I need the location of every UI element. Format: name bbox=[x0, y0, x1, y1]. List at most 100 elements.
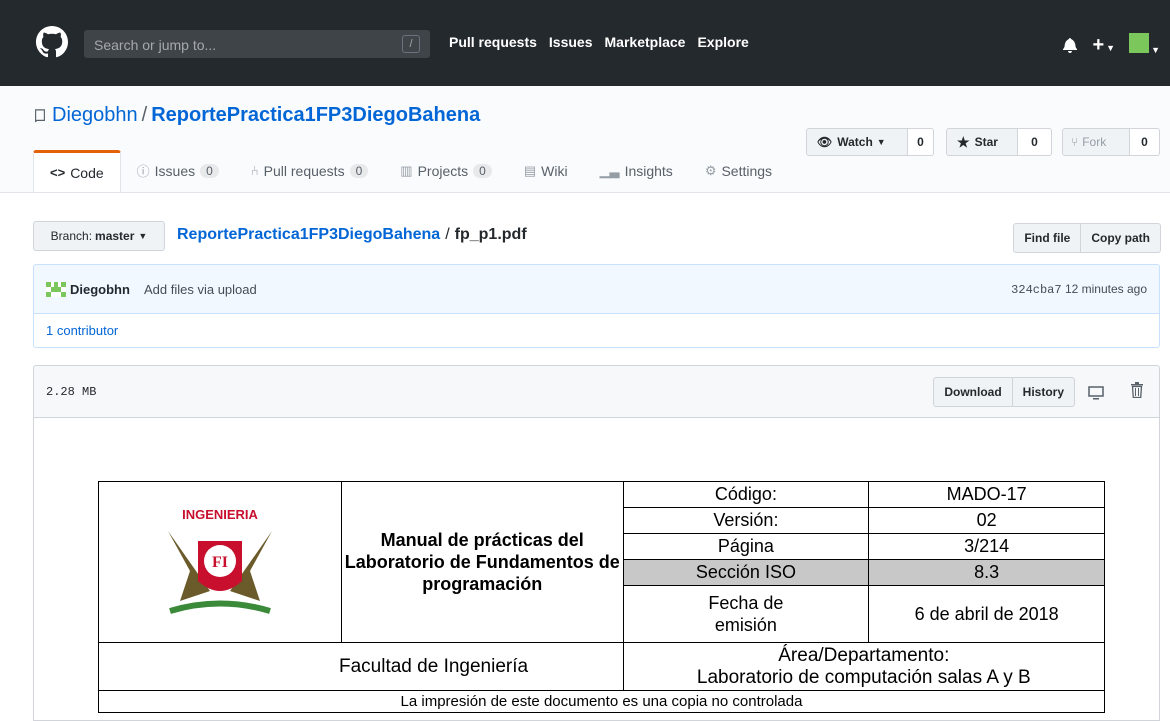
title-line-3: programación bbox=[422, 574, 543, 594]
user-menu-button[interactable]: ▼ bbox=[1129, 33, 1160, 56]
facultad-cell: Facultad de Ingeniería bbox=[98, 642, 624, 691]
fork-icon: ⑂ bbox=[1071, 135, 1079, 149]
breadcrumb-repo-link[interactable]: ReportePractica1FP3DiegoBahena bbox=[177, 226, 440, 243]
title-line-1: Manual de prácticas del bbox=[380, 530, 584, 550]
nav-explore[interactable]: Explore bbox=[697, 34, 748, 50]
repo-title-separator: / bbox=[141, 104, 148, 126]
codigo-label: Código: bbox=[622, 480, 870, 509]
seccion-value: 8.3 bbox=[868, 559, 1105, 587]
repo-title: Diegobhn / ReportePractica1FP3DiegoBahena bbox=[52, 104, 480, 127]
nav-pull-requests[interactable]: Pull requests bbox=[449, 34, 537, 50]
tab-counter: 0 bbox=[349, 163, 369, 178]
breadcrumb: ReportePractica1FP3DiegoBahena / fp_p1.pdf bbox=[177, 226, 527, 244]
tab-projects[interactable]: ▥ Projects 0 bbox=[384, 150, 508, 191]
repo-name-link[interactable]: ReportePractica1FP3DiegoBahena bbox=[151, 104, 480, 126]
file-nav-buttons: Find file Copy path bbox=[1013, 223, 1161, 253]
branch-name: master bbox=[95, 229, 135, 243]
commit-tease: Diegobhn Add files via upload 324cba7 12… bbox=[33, 264, 1160, 314]
history-button[interactable]: History bbox=[1012, 377, 1075, 407]
commit-meta: 324cba7 12 minutes ago bbox=[1011, 282, 1147, 297]
commit-sha-link[interactable]: 324cba7 bbox=[1011, 283, 1061, 297]
commit-time: 12 minutes ago bbox=[1064, 282, 1147, 296]
avatar bbox=[1129, 33, 1150, 53]
tab-insights[interactable]: ▁▃ Insights bbox=[584, 150, 689, 191]
project-icon: ▥ bbox=[400, 162, 413, 178]
tab-label: Pull requests bbox=[263, 162, 345, 179]
commit-author-link[interactable]: Diegobhn bbox=[70, 282, 130, 297]
file-header: 2.28 MB Download History bbox=[33, 365, 1160, 418]
copy-path-button[interactable]: Copy path bbox=[1081, 223, 1161, 253]
header-actions: + ▼ ▼ bbox=[1062, 33, 1160, 56]
chevron-down-icon: ▼ bbox=[138, 231, 148, 241]
fecha-label: Fecha de emisión bbox=[622, 585, 870, 643]
tab-label: Projects bbox=[417, 162, 469, 179]
graph-icon: ▁▃ bbox=[599, 162, 620, 178]
area-label: Área/Departamento: bbox=[778, 644, 950, 666]
watch-button[interactable]: 👁 Watch ▼ bbox=[806, 128, 908, 156]
star-count[interactable]: 0 bbox=[1018, 128, 1052, 156]
eye-icon: 👁 bbox=[817, 135, 833, 149]
pagina-label: Página bbox=[622, 533, 870, 561]
repo-icon bbox=[35, 109, 45, 123]
tab-counter: 0 bbox=[473, 163, 492, 178]
tab-counter: 0 bbox=[200, 163, 219, 178]
commit-message-link[interactable]: Add files via upload bbox=[144, 282, 257, 297]
contributors-link[interactable]: 1 contributor bbox=[46, 323, 118, 338]
search-input[interactable] bbox=[92, 30, 396, 60]
branch-select-button[interactable]: Branch: master ▼ bbox=[33, 221, 165, 251]
issue-icon: ⓘ bbox=[136, 164, 150, 179]
trash-icon[interactable] bbox=[1131, 382, 1143, 398]
tab-wiki[interactable]: ▤ Wiki bbox=[508, 150, 584, 191]
fork-button[interactable]: ⑂ Fork bbox=[1062, 128, 1130, 156]
tab-code[interactable]: <> Code bbox=[33, 150, 121, 192]
file-actions: Download History bbox=[933, 377, 1075, 407]
tab-label: Insights bbox=[624, 162, 673, 179]
avatar[interactable] bbox=[46, 282, 66, 297]
tab-pull-requests[interactable]: ⑃ Pull requests 0 bbox=[235, 150, 384, 191]
tab-label: Settings bbox=[721, 162, 773, 179]
tab-label: Issues bbox=[154, 162, 196, 179]
fecha-value: 6 de abril de 2018 bbox=[868, 585, 1105, 643]
github-logo-icon[interactable] bbox=[36, 26, 68, 58]
unam-logo-cell: INGENIERIA FI bbox=[98, 481, 342, 643]
tab-issues[interactable]: ⓘ Issues 0 bbox=[121, 150, 235, 191]
tab-label: Wiki bbox=[541, 162, 568, 179]
area-cell: Área/Departamento: Laboratorio de comput… bbox=[622, 642, 1106, 691]
version-label: Versión: bbox=[622, 507, 870, 535]
pdf-header-table: INGENIERIA FI Manual de prácticas del La… bbox=[98, 480, 1106, 713]
fork-label: Fork bbox=[1082, 135, 1107, 149]
chevron-down-icon: ▼ bbox=[1106, 42, 1116, 53]
plus-icon: + bbox=[1092, 33, 1105, 56]
tab-settings[interactable]: ⚙ Settings bbox=[689, 150, 788, 191]
codigo-value: MADO-17 bbox=[868, 480, 1105, 509]
breadcrumb-file: fp_p1.pdf bbox=[454, 226, 527, 243]
create-new-button[interactable]: + ▼ bbox=[1092, 33, 1116, 56]
bell-icon[interactable] bbox=[1062, 37, 1078, 53]
nav-issues[interactable]: Issues bbox=[549, 34, 593, 50]
tab-label: Code bbox=[70, 164, 104, 181]
version-value: 02 bbox=[868, 507, 1105, 535]
repo-tabs: <> Code ⓘ Issues 0 ⑃ Pull requests 0 ▥ Project… bbox=[33, 150, 788, 192]
star-icon: ★ bbox=[957, 133, 970, 150]
global-header: / Pull requests Issues Marketplace Explo… bbox=[0, 0, 1170, 86]
nav-marketplace[interactable]: Marketplace bbox=[605, 34, 686, 50]
repo-owner-link[interactable]: Diegobhn bbox=[52, 104, 138, 126]
find-file-button[interactable]: Find file bbox=[1013, 223, 1082, 253]
pagina-value: 3/214 bbox=[868, 533, 1105, 561]
search-box[interactable]: / bbox=[84, 30, 430, 60]
chevron-down-icon: ▼ bbox=[876, 137, 886, 147]
top-nav: Pull requests Issues Marketplace Explore bbox=[449, 34, 761, 50]
logo-text: INGENIERIA bbox=[182, 507, 258, 522]
file-size: 2.28 MB bbox=[46, 385, 97, 399]
desktop-icon[interactable] bbox=[1088, 386, 1104, 400]
title-line-2: Laboratorio de Fundamentos de bbox=[344, 552, 620, 572]
seccion-label: Sección ISO bbox=[622, 559, 870, 587]
breadcrumb-separator: / bbox=[445, 226, 450, 243]
fork-count[interactable]: 0 bbox=[1130, 128, 1160, 156]
star-button[interactable]: ★ Star bbox=[946, 128, 1018, 156]
watch-label: Watch bbox=[837, 135, 873, 149]
gear-icon: ⚙ bbox=[704, 162, 717, 178]
manual-title: Manual de prácticas del Laboratorio de F… bbox=[340, 481, 624, 643]
download-button[interactable]: Download bbox=[933, 377, 1013, 407]
watch-count[interactable]: 0 bbox=[908, 128, 934, 156]
